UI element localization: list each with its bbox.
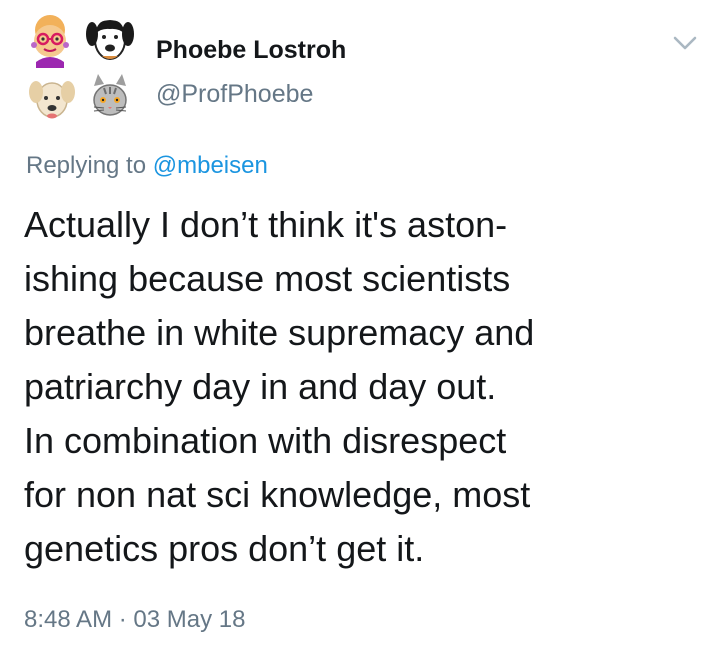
chevron-down-icon[interactable]	[672, 34, 698, 52]
avatar-collage-icon	[29, 15, 134, 119]
user-handle[interactable]: @ProfPhoebe	[156, 80, 313, 109]
tweet-text-line: patriarchy day in and day out.	[24, 366, 497, 407]
tweet-text-line: breathe in white supremacy and	[24, 312, 535, 353]
avatar[interactable]	[22, 12, 138, 128]
tweet-timestamp: 8:48 AM · 03 May 18	[24, 606, 245, 634]
tweet-text-line: for non nat sci knowledge, most	[24, 474, 531, 515]
tweet-text: Actually I don’t think it's aston- ishin…	[24, 198, 694, 576]
tweet-text-line: ishing because most scientists	[24, 258, 511, 299]
tweet-time[interactable]: 8:48 AM	[24, 606, 112, 633]
reply-mention-link[interactable]: @mbeisen	[153, 152, 268, 179]
tweet-text-line: Actually I don’t think it's aston-	[24, 204, 508, 245]
tweet-date[interactable]: 03 May 18	[133, 606, 245, 633]
replying-to: Replying to @mbeisen	[26, 152, 268, 180]
replying-to-label: Replying to	[26, 152, 153, 179]
tweet-text-line: In combination with disrespect	[24, 420, 507, 461]
display-name[interactable]: Phoebe Lostroh	[156, 36, 346, 65]
tweet-text-line: genetics pros don’t get it.	[24, 528, 425, 569]
timestamp-separator: ·	[112, 606, 134, 633]
